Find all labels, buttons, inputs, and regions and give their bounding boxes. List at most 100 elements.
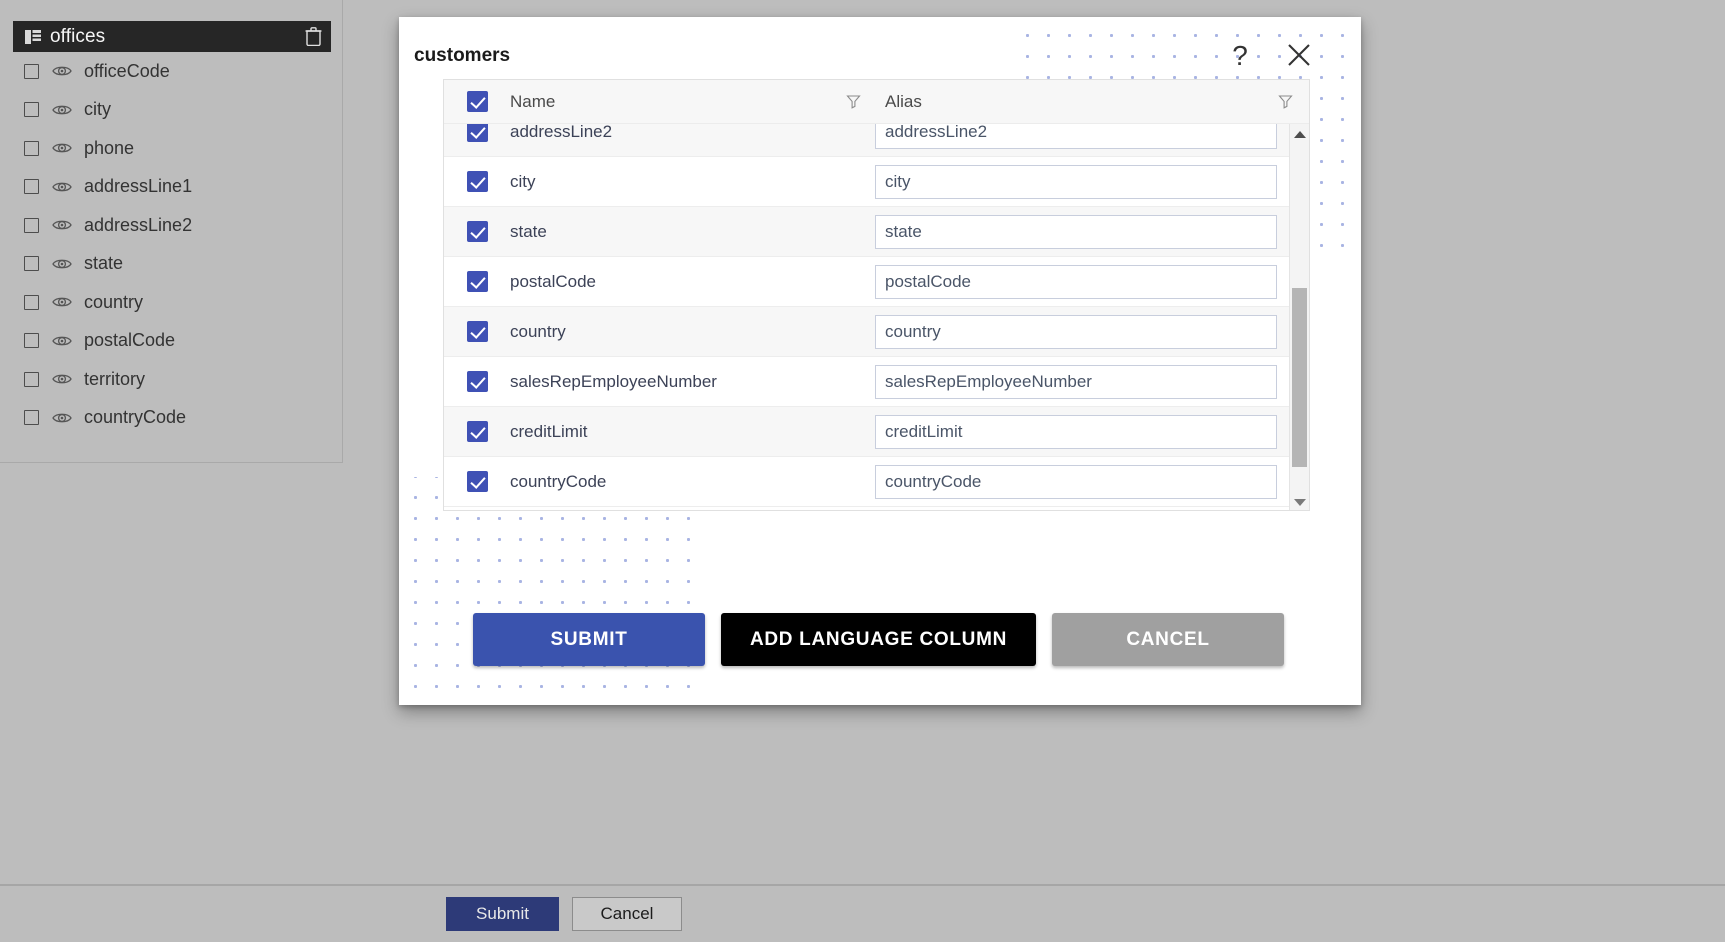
select-all-checkbox[interactable] (466, 91, 488, 112)
bottom-toolbar (0, 886, 1725, 942)
table-row[interactable]: creditLimit (444, 407, 1291, 457)
row-checkbox[interactable] (466, 371, 488, 392)
grid-vertical-scrollbar[interactable] (1289, 124, 1309, 510)
row-name-label: postalCode (510, 271, 597, 291)
row-select-cell (444, 124, 510, 142)
add-language-column-button[interactable]: ADD LANGUAGE COLUMN (721, 613, 1036, 666)
triangle-down-icon[interactable] (1290, 492, 1309, 510)
table-row[interactable]: salesRepEmployeeNumber (444, 357, 1291, 407)
field-checkbox[interactable] (24, 371, 39, 387)
table-row[interactable]: postalCode (444, 257, 1291, 307)
row-checkbox[interactable] (466, 271, 488, 292)
cancel-button[interactable]: CANCEL (1052, 613, 1284, 666)
row-alias-cell (875, 414, 1291, 449)
field-checkbox[interactable] (24, 63, 39, 79)
alias-input[interactable] (875, 164, 1277, 199)
field-checkbox[interactable] (24, 179, 39, 195)
eye-icon[interactable] (52, 141, 72, 155)
row-name-label: city (510, 171, 536, 191)
eye-icon[interactable] (52, 180, 72, 194)
grid-icon (25, 29, 41, 44)
scrollbar-thumb[interactable] (1292, 288, 1307, 467)
header-select-all-cell (444, 91, 510, 112)
row-name-label: countryCode (510, 471, 607, 491)
field-row[interactable]: officeCode (13, 52, 331, 91)
alias-input[interactable] (875, 214, 1277, 249)
alias-input[interactable] (875, 264, 1277, 299)
alias-input[interactable] (875, 414, 1277, 449)
row-name-label: salesRepEmployeeNumber (510, 371, 717, 391)
field-row[interactable]: addressLine2 (13, 206, 331, 245)
column-header-name[interactable]: Name (510, 92, 875, 112)
left-panel: offices officeCode city phone addressLine1 a… (0, 0, 343, 463)
field-label: state (84, 253, 124, 274)
eye-icon[interactable] (52, 295, 72, 309)
row-select-cell (444, 421, 510, 442)
submit-button[interactable]: SUBMIT (473, 613, 705, 666)
eye-icon[interactable] (52, 64, 72, 78)
field-checkbox[interactable] (24, 102, 39, 118)
field-checkbox[interactable] (24, 294, 39, 310)
eye-icon[interactable] (52, 218, 72, 232)
field-label: countryCode (84, 407, 187, 428)
triangle-up-icon[interactable] (1290, 124, 1309, 144)
field-row[interactable]: phone (13, 129, 331, 168)
trash-icon[interactable] (305, 27, 322, 47)
row-select-cell (444, 321, 510, 342)
table-row[interactable]: city (444, 157, 1291, 207)
alias-input[interactable] (875, 314, 1277, 349)
field-row[interactable]: countryCode (13, 399, 331, 438)
alias-input[interactable] (875, 124, 1277, 149)
row-select-cell (444, 171, 510, 192)
field-row[interactable]: city (13, 91, 331, 130)
table-row[interactable]: countryCode (444, 457, 1291, 507)
eye-icon[interactable] (52, 411, 72, 425)
row-checkbox[interactable] (466, 124, 488, 142)
field-checkbox[interactable] (24, 217, 39, 233)
field-checkbox[interactable] (24, 410, 39, 426)
columns-grid: Name Alias addressLine2 city state (443, 79, 1310, 511)
row-checkbox[interactable] (466, 221, 488, 242)
field-row[interactable]: addressLine1 (13, 168, 331, 207)
row-alias-cell (875, 124, 1291, 149)
field-row[interactable]: territory (13, 360, 331, 399)
column-header-alias[interactable]: Alias (875, 92, 1309, 112)
table-row[interactable]: state (444, 207, 1291, 257)
alias-input[interactable] (875, 364, 1277, 399)
alias-input[interactable] (875, 464, 1277, 499)
close-icon[interactable] (1283, 39, 1315, 73)
row-select-cell (444, 271, 510, 292)
field-row[interactable]: postalCode (13, 322, 331, 361)
page-submit-button[interactable]: Submit (446, 897, 559, 931)
funnel-icon[interactable] (1278, 94, 1293, 109)
eye-icon[interactable] (52, 334, 72, 348)
table-fields-card: offices officeCode city phone addressLine1 a… (13, 21, 331, 437)
row-checkbox[interactable] (466, 321, 488, 342)
table-row[interactable]: addressLine2 (444, 124, 1291, 157)
field-row[interactable]: state (13, 245, 331, 284)
eye-icon[interactable] (52, 257, 72, 271)
grid-header-row: Name Alias (444, 80, 1309, 124)
field-list: officeCode city phone addressLine1 addressLi… (13, 52, 331, 437)
row-name-label: state (510, 221, 547, 241)
grid-body: addressLine2 city state postalCode country sa… (444, 124, 1309, 510)
field-checkbox[interactable] (24, 256, 39, 272)
row-select-cell (444, 221, 510, 242)
field-checkbox[interactable] (24, 333, 39, 349)
field-label: territory (84, 368, 146, 389)
page-cancel-button[interactable]: Cancel (572, 897, 682, 931)
column-header-name-label: Name (510, 91, 556, 111)
field-row[interactable]: country (13, 283, 331, 322)
field-label: postalCode (84, 330, 176, 351)
eye-icon[interactable] (52, 372, 72, 386)
row-checkbox[interactable] (466, 471, 488, 492)
table-row[interactable]: country (444, 307, 1291, 357)
row-select-cell (444, 371, 510, 392)
help-icon[interactable]: ? (1225, 39, 1255, 73)
row-checkbox[interactable] (466, 421, 488, 442)
row-name-label: creditLimit (510, 421, 588, 441)
row-checkbox[interactable] (466, 171, 488, 192)
eye-icon[interactable] (52, 103, 72, 117)
funnel-icon[interactable] (846, 94, 861, 109)
field-checkbox[interactable] (24, 140, 39, 156)
